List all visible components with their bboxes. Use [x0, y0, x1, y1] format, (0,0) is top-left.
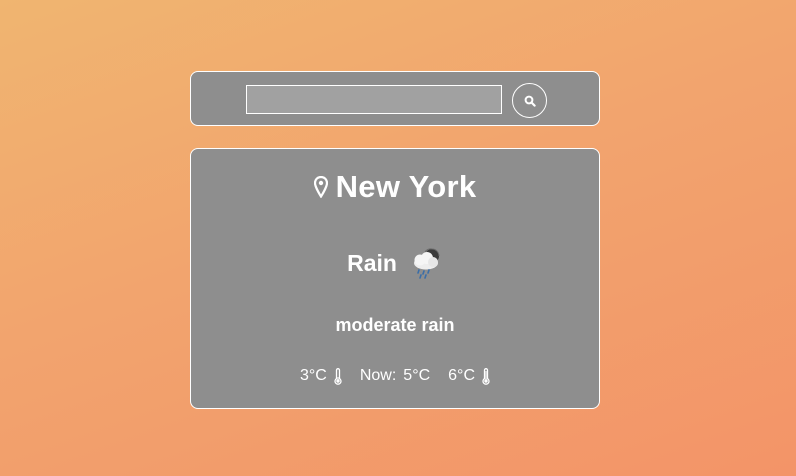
min-temperature-value: 3°C: [299, 367, 327, 384]
condition-row: Rain: [191, 243, 599, 283]
weather-card: New York Rain moderate rain 3°C Now: 5°C…: [190, 148, 600, 409]
now-label: Now:: [359, 367, 397, 384]
weather-description: moderate rain: [335, 315, 455, 335]
thermometer-high-icon: [482, 367, 490, 385]
search-input[interactable]: [246, 85, 502, 114]
thermometer-low-icon: [334, 367, 342, 385]
search-button[interactable]: [512, 83, 547, 118]
rain-cloud-icon: [413, 248, 440, 279]
search-panel: [190, 71, 600, 126]
min-temperature: 3°C: [300, 367, 342, 385]
current-temperature: 5°C: [403, 367, 431, 384]
max-temperature-value: 6°C: [448, 367, 476, 384]
location-heading: New York: [191, 167, 599, 207]
city-name: New York: [335, 169, 477, 204]
search-icon: [524, 95, 536, 107]
max-temperature: 6°C: [448, 367, 490, 385]
condition-text: Rain: [347, 249, 397, 276]
temperature-row: 3°C Now: 5°C 6°C: [191, 365, 599, 387]
map-pin-icon: [313, 176, 328, 198]
